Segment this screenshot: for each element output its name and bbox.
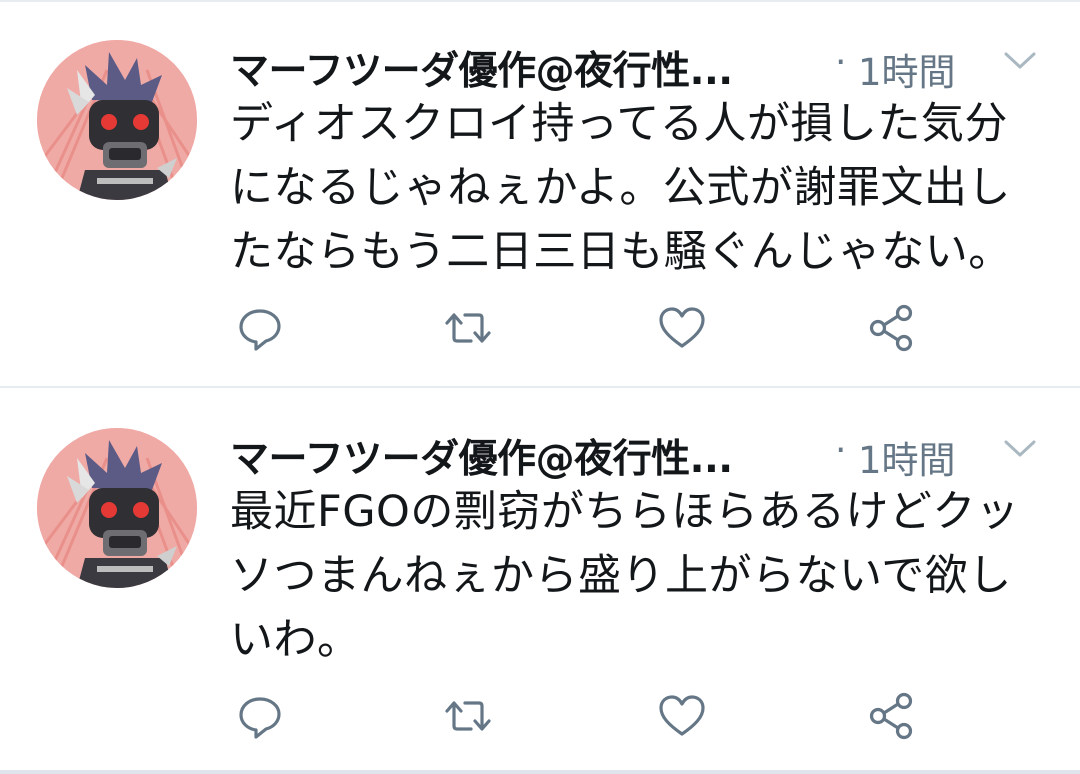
tweet-header: マーフツーダ優作@夜行性... · 1時間 [230, 36, 1060, 96]
reply-icon [239, 697, 281, 739]
avatar-image [37, 40, 197, 200]
display-name[interactable]: マーフツーダ優作@夜行性... [230, 40, 733, 96]
tweet-card[interactable]: マーフツーダ優作@夜行性... · 1時間 ディオスクロイ持ってる人が損した気分… [0, 0, 1080, 386]
like-icon [659, 695, 705, 736]
share-button[interactable] [864, 300, 920, 356]
share-icon [869, 692, 913, 740]
retweet-button[interactable] [440, 300, 496, 356]
avatar-image [37, 428, 197, 588]
tweet-text: ディオスクロイ持ってる人が損した気分になるじゃねぇかよ。公式が謝罪文出したならも… [230, 99, 1012, 277]
reply-button[interactable] [232, 300, 288, 356]
tweet-card[interactable]: マーフツーダ優作@夜行性... · 1時間 最近FGOの剽窃がちらほらあるけどク… [0, 388, 1080, 774]
chevron-down-icon[interactable] [1002, 436, 1038, 460]
avatar[interactable] [37, 40, 197, 200]
tweet-actions [230, 300, 970, 356]
reply-button[interactable] [232, 688, 288, 744]
retweet-icon [445, 701, 491, 731]
timestamp[interactable]: 1時間 [858, 430, 956, 484]
share-icon [869, 304, 913, 352]
retweet-icon [445, 313, 491, 343]
retweet-button[interactable] [440, 688, 496, 744]
like-button[interactable] [654, 688, 710, 744]
reply-icon [239, 309, 281, 351]
separator: · [835, 430, 847, 471]
tweet-divider [0, 770, 1080, 774]
tweet-header: マーフツーダ優作@夜行性... · 1時間 [230, 424, 1060, 484]
share-button[interactable] [864, 688, 920, 744]
tweet-actions [230, 688, 970, 744]
timestamp[interactable]: 1時間 [858, 42, 956, 96]
avatar[interactable] [37, 428, 197, 588]
chevron-down-icon[interactable] [1002, 48, 1038, 72]
separator: · [835, 42, 847, 83]
like-icon [659, 307, 705, 348]
display-name[interactable]: マーフツーダ優作@夜行性... [230, 428, 733, 484]
tweet-text: 最近FGOの剽窃がちらほらあるけどクッソつまんねぇから盛り上がらないで欲しいわ。 [230, 487, 1020, 665]
like-button[interactable] [654, 300, 710, 356]
